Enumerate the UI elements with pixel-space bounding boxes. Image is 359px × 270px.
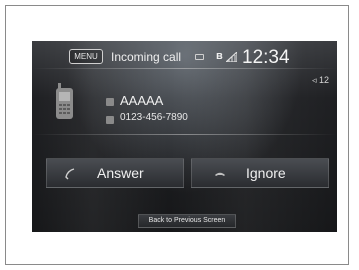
header-divider xyxy=(32,68,337,69)
signal-icon xyxy=(226,52,237,62)
incoming-call-screen: MENU Incoming call ʙ 12:34 ◃ 12 AAAAA 01… xyxy=(32,41,337,232)
speaker-icon: ◃ xyxy=(311,75,317,85)
answer-label: Answer xyxy=(97,165,144,181)
bluetooth-icon: ʙ xyxy=(216,50,223,62)
background-streaks xyxy=(32,41,337,232)
menu-button[interactable]: MENU xyxy=(69,49,103,64)
back-button[interactable]: Back to Previous Screen xyxy=(138,214,236,228)
caller-name: AAAAA xyxy=(120,93,164,108)
content-divider xyxy=(32,134,337,135)
volume-level: 12 xyxy=(318,75,329,85)
answer-call-icon xyxy=(65,168,75,180)
answer-button[interactable]: Answer xyxy=(46,158,184,188)
figure-frame: MENU Incoming call ʙ 12:34 ◃ 12 AAAAA 01… xyxy=(5,5,349,265)
mobile-phone-icon xyxy=(56,83,73,119)
volume-indicator: ◃ 12 xyxy=(312,75,329,86)
screen-title: Incoming call xyxy=(111,50,182,64)
phone-number-icon xyxy=(106,116,114,124)
caller-number: 0123-456-7890 xyxy=(120,112,188,123)
status-header: MENU Incoming call ʙ 12:34 xyxy=(32,41,337,69)
ignore-call-icon xyxy=(215,172,225,176)
clock: 12:34 xyxy=(242,47,290,68)
ignore-button[interactable]: Ignore xyxy=(191,158,329,188)
battery-icon xyxy=(195,54,204,60)
ignore-label: Ignore xyxy=(246,165,286,181)
contact-name-icon xyxy=(106,98,114,106)
